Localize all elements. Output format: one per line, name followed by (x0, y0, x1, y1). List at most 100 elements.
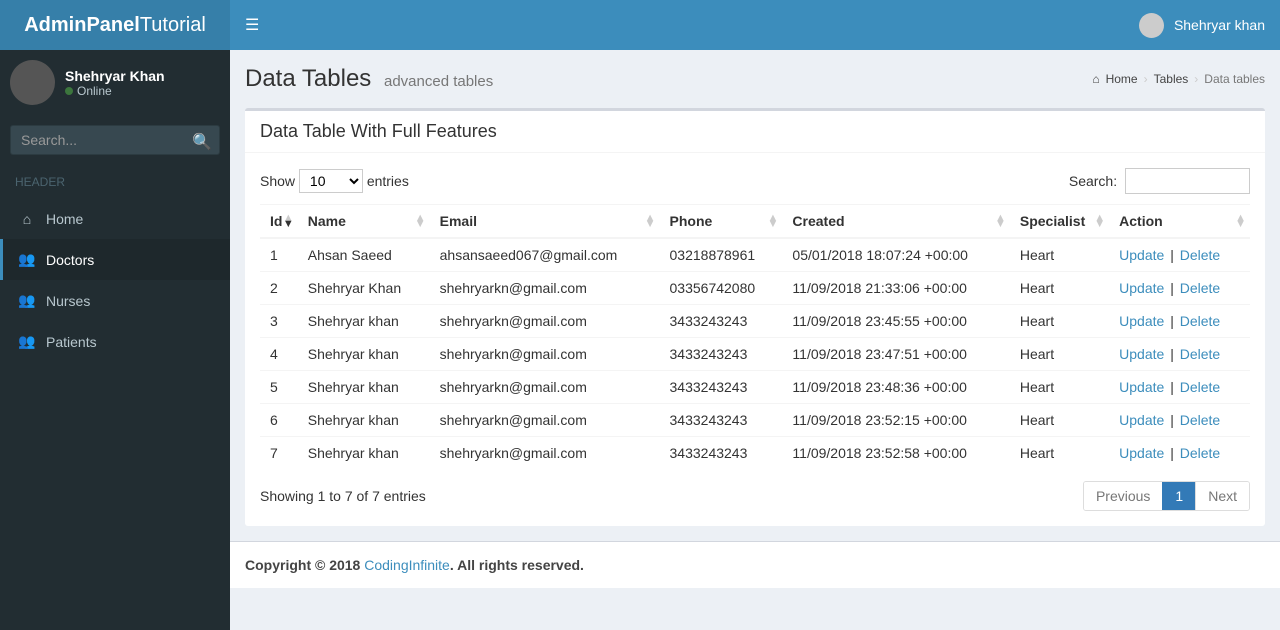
column-header-action[interactable]: Action▲▼ (1109, 205, 1250, 239)
cell-name: Shehryar khan (298, 437, 430, 470)
cell-phone: 3433243243 (660, 305, 783, 338)
sort-icon: ▲▼ (1235, 215, 1246, 227)
cell-name: Ahsan Saeed (298, 238, 430, 272)
cell-created: 11/09/2018 23:45:55 +00:00 (782, 305, 1009, 338)
sort-icon: ▲▼ (645, 215, 656, 227)
delete-link[interactable]: Delete (1180, 247, 1220, 263)
breadcrumb-home[interactable]: Home (1106, 72, 1138, 86)
sidebar-header-label: HEADER (0, 165, 230, 199)
filter-input[interactable] (1125, 168, 1250, 194)
update-link[interactable]: Update (1119, 346, 1164, 362)
patients-icon: 👥 (18, 333, 36, 350)
user-status: Online (65, 84, 165, 98)
cell-specialist: Heart (1010, 338, 1109, 371)
footer: Copyright © 2018 CodingInfinite. All rig… (230, 541, 1280, 588)
logo-bold: AdminPanel (24, 14, 140, 36)
user-menu[interactable]: Shehryar khan (1139, 13, 1265, 38)
sidebar-item-nurses[interactable]: 👥Nurses (0, 280, 230, 321)
pagination: Previous 1 Next (1083, 481, 1250, 511)
cell-action: Update | Delete (1109, 404, 1250, 437)
cell-name: Shehryar khan (298, 305, 430, 338)
length-select[interactable]: 10 (299, 169, 363, 193)
logo-light: Tutorial (140, 14, 206, 36)
update-link[interactable]: Update (1119, 280, 1164, 296)
cell-created: 11/09/2018 21:33:06 +00:00 (782, 272, 1009, 305)
sort-icon: ▲▼ (768, 215, 779, 227)
cell-created: 05/01/2018 18:07:24 +00:00 (782, 238, 1009, 272)
cell-id: 5 (260, 371, 298, 404)
action-separator: | (1166, 280, 1177, 296)
sidebar-item-label: Doctors (46, 252, 94, 268)
search-icon[interactable]: 🔍 (192, 132, 212, 152)
footer-link[interactable]: CodingInfinite (364, 557, 450, 573)
column-header-name[interactable]: Name▲▼ (298, 205, 430, 239)
cell-specialist: Heart (1010, 404, 1109, 437)
cell-email: shehryarkn@gmail.com (430, 272, 660, 305)
pagination-page-1[interactable]: 1 (1162, 482, 1195, 510)
pagination-prev[interactable]: Previous (1084, 482, 1162, 510)
cell-action: Update | Delete (1109, 338, 1250, 371)
cell-specialist: Heart (1010, 371, 1109, 404)
delete-link[interactable]: Delete (1180, 379, 1220, 395)
column-header-email[interactable]: Email▲▼ (430, 205, 660, 239)
cell-email: shehryarkn@gmail.com (430, 437, 660, 470)
update-link[interactable]: Update (1119, 313, 1164, 329)
sidebar-username: Shehryar Khan (65, 68, 165, 84)
cell-action: Update | Delete (1109, 238, 1250, 272)
action-separator: | (1166, 379, 1177, 395)
hamburger-icon[interactable]: ☰ (245, 15, 259, 35)
sidebar-item-doctors[interactable]: 👥 Doctors (0, 239, 230, 280)
breadcrumb-current: Data tables (1204, 72, 1265, 86)
cell-specialist: Heart (1010, 437, 1109, 470)
column-header-specialist[interactable]: Specialist▲▼ (1010, 205, 1109, 239)
action-separator: | (1166, 346, 1177, 362)
cell-name: Shehryar khan (298, 404, 430, 437)
cell-id: 6 (260, 404, 298, 437)
delete-link[interactable]: Delete (1180, 445, 1220, 461)
chevron-right-icon: › (1194, 72, 1198, 86)
home-icon: ⌂ (18, 211, 36, 227)
column-header-created[interactable]: Created▲▼ (782, 205, 1009, 239)
search-input[interactable] (10, 125, 220, 155)
cell-id: 7 (260, 437, 298, 470)
sidebar-item-home[interactable]: ⌂Home (0, 199, 230, 239)
cell-id: 3 (260, 305, 298, 338)
sidebar-item-patients[interactable]: 👥Patients (0, 321, 230, 362)
navbar-username: Shehryar khan (1174, 17, 1265, 33)
update-link[interactable]: Update (1119, 247, 1164, 263)
delete-link[interactable]: Delete (1180, 280, 1220, 296)
cell-phone: 3433243243 (660, 437, 783, 470)
page-subtitle: advanced tables (384, 73, 493, 90)
cell-name: Shehryar khan (298, 371, 430, 404)
sort-icon: ▲▼ (283, 215, 294, 227)
cell-name: Shehryar khan (298, 338, 430, 371)
cell-specialist: Heart (1010, 305, 1109, 338)
cell-id: 1 (260, 238, 298, 272)
box-title: Data Table With Full Features (260, 121, 1250, 142)
cell-phone: 3433243243 (660, 404, 783, 437)
cell-created: 11/09/2018 23:48:36 +00:00 (782, 371, 1009, 404)
table-row: 1Ahsan Saeedahsansaeed067@gmail.com03218… (260, 238, 1250, 272)
delete-link[interactable]: Delete (1180, 346, 1220, 362)
cell-phone: 03356742080 (660, 272, 783, 305)
delete-link[interactable]: Delete (1180, 412, 1220, 428)
pagination-next[interactable]: Next (1195, 482, 1249, 510)
cell-email: shehryarkn@gmail.com (430, 404, 660, 437)
update-link[interactable]: Update (1119, 412, 1164, 428)
delete-link[interactable]: Delete (1180, 313, 1220, 329)
update-link[interactable]: Update (1119, 445, 1164, 461)
update-link[interactable]: Update (1119, 379, 1164, 395)
sort-icon: ▲▼ (1094, 215, 1105, 227)
doctors-icon: 👥 (18, 251, 36, 268)
status-dot-icon (65, 87, 73, 95)
column-header-phone[interactable]: Phone▲▼ (660, 205, 783, 239)
table-row: 2Shehryar Khanshehryarkn@gmail.com033567… (260, 272, 1250, 305)
cell-action: Update | Delete (1109, 305, 1250, 338)
nurses-icon: 👥 (18, 292, 36, 309)
column-header-id[interactable]: Id▲▼ (260, 205, 298, 239)
logo[interactable]: AdminPanelTutorial (0, 0, 230, 50)
table-info: Showing 1 to 7 of 7 entries (260, 488, 426, 504)
filter-control: Search: (1069, 168, 1250, 194)
breadcrumb-tables[interactable]: Tables (1154, 72, 1189, 86)
cell-created: 11/09/2018 23:47:51 +00:00 (782, 338, 1009, 371)
